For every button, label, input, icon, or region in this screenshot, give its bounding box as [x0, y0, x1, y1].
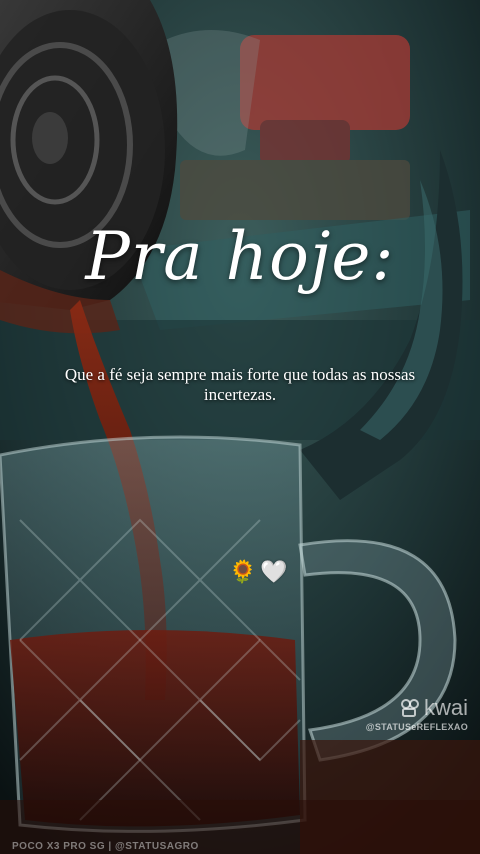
emoji-row: 🌻 🤍: [229, 560, 288, 586]
white-heart-icon: 🤍: [260, 560, 288, 585]
kwai-user-handle: @STATUSeREFLEXAO: [365, 722, 468, 732]
story-title: Pra hoje:: [85, 218, 395, 295]
quote-text: Que a fé seja sempre mais forte que toda…: [64, 365, 416, 404]
kwai-camera-icon: [400, 699, 419, 717]
kwai-brand-text: kwai: [423, 695, 468, 720]
photo-credit: POCO X3 PRO SG | @STATUSAGRO: [12, 841, 199, 852]
kwai-watermark: kwai @STATUSeREFLEXAO: [358, 695, 468, 733]
sunflower-icon: 🌻: [229, 560, 257, 585]
story-screen: Pra hoje: Que a fé seja sempre mais fort…: [0, 0, 480, 854]
